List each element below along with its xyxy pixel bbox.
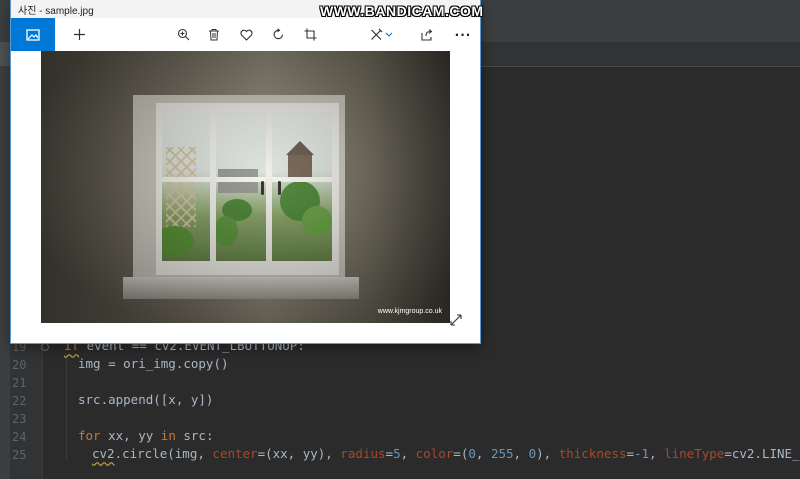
photos-toolbar: ··· <box>11 18 480 51</box>
heart-icon <box>239 29 253 41</box>
photos-window[interactable]: 사진 - sample.jpg ··· www.kjmgroup.co.uk <box>11 0 480 343</box>
code-param: center <box>212 446 258 461</box>
code-text: .circle(img, <box>114 446 213 461</box>
crop-button[interactable] <box>295 18 325 51</box>
delete-button[interactable] <box>199 18 229 51</box>
share-button[interactable] <box>411 18 441 51</box>
code-param: lineType <box>664 446 725 461</box>
favorite-button[interactable] <box>231 18 261 51</box>
code-line-22[interactable]: src.append([x, y]) <box>78 391 213 409</box>
code-text: ), <box>536 446 559 461</box>
code-text: = <box>626 446 634 461</box>
code-text: =(xx, yy), <box>257 446 341 461</box>
code-text: , <box>475 446 491 461</box>
line-number: 21 <box>12 376 27 390</box>
photo-collection-button[interactable] <box>11 18 55 51</box>
code-param: thickness <box>558 446 627 461</box>
line-number: 20 <box>12 358 27 372</box>
window-title: 사진 - sample.jpg <box>18 6 94 17</box>
more-button[interactable]: ··· <box>448 18 478 51</box>
edit-button[interactable] <box>365 18 399 51</box>
indent-guide <box>66 354 67 460</box>
code-text: = <box>385 446 394 461</box>
line-number: 22 <box>12 394 27 408</box>
code-param: radius <box>340 446 386 461</box>
recorder-watermark: WWW.BANDICAM.COM <box>320 3 484 19</box>
code-text: xx, yy <box>100 428 161 443</box>
expand-icon <box>450 314 462 326</box>
code-line-25[interactable]: cv2.circle(img, center=(xx, yy), radius=… <box>92 445 800 463</box>
code-text: =( <box>453 446 469 461</box>
code-param: color <box>415 446 454 461</box>
more-icon: ··· <box>454 27 472 42</box>
code-line-24[interactable]: for xx, yy in src: <box>78 427 214 445</box>
crop-icon <box>304 28 316 41</box>
trash-icon <box>209 29 219 41</box>
rotate-icon <box>273 28 283 40</box>
zoom-in-icon <box>177 28 189 41</box>
code-text: , <box>400 446 416 461</box>
code-module: cv2 <box>92 446 115 461</box>
line-number: 24 <box>12 430 27 444</box>
code-number: 5 <box>393 446 401 461</box>
line-number: 25 <box>12 448 27 462</box>
photo-image[interactable]: www.kjmgroup.co.uk <box>41 51 450 323</box>
plus-icon <box>73 29 85 40</box>
code-number: 0 <box>468 446 476 461</box>
add-button[interactable] <box>64 18 94 51</box>
rotate-button[interactable] <box>263 18 293 51</box>
photo-watermark: www.kjmgroup.co.uk <box>377 308 442 315</box>
code-text: src: <box>175 428 214 443</box>
code-keyword: in <box>160 428 176 443</box>
code-text: =cv2.LINE_AA) <box>724 446 800 461</box>
photo-collection-icon <box>26 28 40 41</box>
ide-side-panel <box>0 66 10 479</box>
code-text: , <box>649 446 665 461</box>
photo-shading <box>41 51 450 323</box>
code-line-20[interactable]: img = ori_img.copy() <box>78 355 229 373</box>
code-keyword: for <box>78 428 101 443</box>
pen-brush-icon <box>371 28 393 40</box>
zoom-button[interactable] <box>168 18 198 51</box>
code-number: 0 <box>528 446 537 461</box>
expand-button[interactable] <box>449 312 463 326</box>
line-number: 23 <box>12 412 27 426</box>
code-text: , <box>513 446 529 461</box>
code-number: 255 <box>490 446 514 461</box>
share-icon <box>420 29 432 41</box>
fold-marker-icon[interactable] <box>41 343 49 351</box>
code-number: -1 <box>633 446 650 461</box>
